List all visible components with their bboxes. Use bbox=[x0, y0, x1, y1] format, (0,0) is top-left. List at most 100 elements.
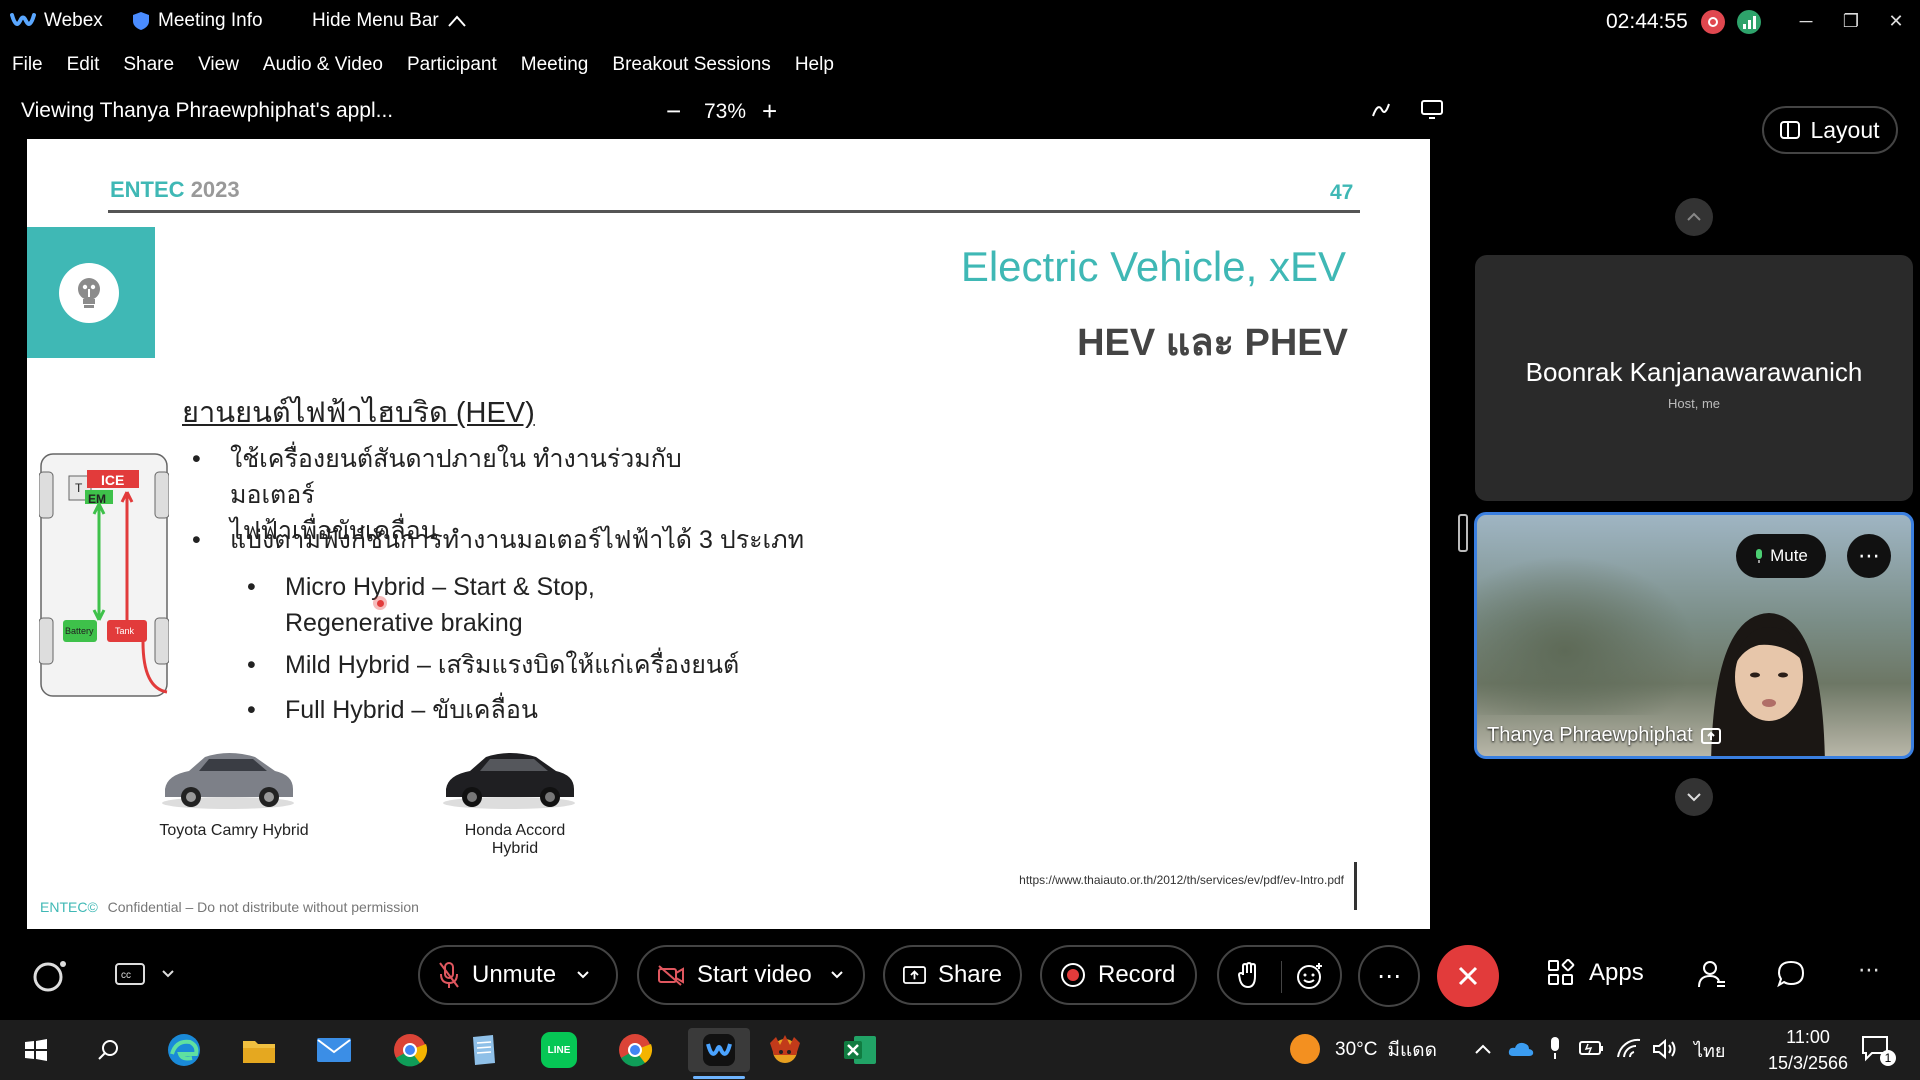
participants-button[interactable] bbox=[1697, 959, 1727, 994]
start-video-button[interactable]: Start video bbox=[637, 945, 865, 1005]
unmute-label: Unmute bbox=[472, 961, 557, 988]
honda-car-image bbox=[440, 745, 578, 811]
taskbar-excel[interactable] bbox=[838, 1028, 882, 1072]
taskbar-chrome-2[interactable] bbox=[613, 1028, 657, 1072]
presenter-name: Thanya Phraewphiphat bbox=[1487, 724, 1693, 746]
apps-label: Apps bbox=[1589, 959, 1644, 986]
viewing-label: Viewing Thanya Phraewphiphat's appl... bbox=[21, 99, 394, 122]
taskbar-chrome-1[interactable] bbox=[388, 1028, 432, 1072]
hybrid-diagram: ICE EM T Battery Tank bbox=[38, 452, 170, 698]
onedrive-icon[interactable] bbox=[1508, 1040, 1534, 1063]
scroll-down-button[interactable] bbox=[1675, 778, 1713, 816]
restore-icon: ❐ bbox=[1842, 10, 1860, 31]
microphone-muted-icon bbox=[439, 962, 459, 988]
participant-more-button[interactable]: ⋯ bbox=[1847, 534, 1891, 578]
close-icon: ✕ bbox=[1888, 10, 1904, 31]
taskbar-notes[interactable] bbox=[461, 1028, 505, 1072]
slide-brand: ENTEC 2023 bbox=[110, 177, 240, 203]
weather-widget[interactable]: 30°C มีแดด bbox=[1335, 1020, 1437, 1080]
lightbulb-icon bbox=[59, 263, 119, 323]
taskbar-line[interactable]: LINE bbox=[537, 1028, 581, 1072]
taskbar-file-explorer[interactable] bbox=[237, 1028, 281, 1072]
zoom-in-button[interactable]: + bbox=[762, 96, 777, 127]
close-icon bbox=[1458, 966, 1478, 986]
menu-share[interactable]: Share bbox=[111, 48, 186, 84]
menu-bar: File Edit Share View Audio & Video Parti… bbox=[0, 48, 846, 84]
layout-icon bbox=[1780, 121, 1801, 139]
taskbar-game[interactable] bbox=[763, 1028, 807, 1072]
input-language[interactable]: ไทย bbox=[1694, 1020, 1725, 1080]
menu-meeting[interactable]: Meeting bbox=[509, 48, 601, 84]
battery-tray-icon[interactable] bbox=[1578, 1038, 1606, 1063]
slide-footer: ENTEC© Confidential – Do not distribute … bbox=[40, 899, 419, 915]
app-title: Webex bbox=[10, 10, 103, 32]
menu-breakout-sessions[interactable]: Breakout Sessions bbox=[600, 48, 782, 84]
recording-indicator-icon[interactable] bbox=[1701, 10, 1725, 34]
svg-text:cc: cc bbox=[121, 970, 131, 981]
mute-participant-button[interactable]: Mute bbox=[1736, 534, 1826, 578]
screen-icon bbox=[1421, 100, 1443, 119]
webex-app-icon bbox=[703, 1034, 735, 1066]
meeting-info-button[interactable]: Meeting Info bbox=[132, 10, 263, 32]
menu-view[interactable]: View bbox=[186, 48, 251, 84]
remote-control-button[interactable] bbox=[1420, 98, 1444, 125]
wifi-tray-icon[interactable] bbox=[1616, 1038, 1642, 1065]
host-video-tile[interactable]: Boonrak Kanjanawarawanich Host, me bbox=[1475, 255, 1913, 501]
taskbar-edge[interactable] bbox=[162, 1028, 206, 1072]
menu-audio-video[interactable]: Audio & Video bbox=[251, 48, 395, 84]
presenter-name-label: Thanya Phraewphiphat bbox=[1487, 724, 1721, 747]
chat-button[interactable] bbox=[1776, 959, 1806, 994]
reactions-button[interactable] bbox=[1295, 961, 1325, 996]
sub-bullet-mild: • Mild Hybrid – เสริมแรงบิดให้แก่เครื่อง… bbox=[247, 647, 739, 683]
closed-captions-button[interactable]: cc bbox=[115, 963, 175, 985]
microphone-tray-icon[interactable] bbox=[1548, 1036, 1562, 1065]
panel-more-button[interactable]: ⋯ bbox=[1858, 957, 1880, 983]
start-button[interactable] bbox=[14, 1028, 58, 1072]
zoom-out-button[interactable]: − bbox=[666, 96, 681, 127]
menu-participant[interactable]: Participant bbox=[395, 48, 509, 84]
micro-line-1: Micro Hybrid – Start & Stop, bbox=[285, 573, 595, 601]
shield-icon bbox=[133, 12, 149, 30]
restore-button[interactable]: ❐ bbox=[1831, 6, 1871, 36]
toyota-car-image bbox=[159, 745, 297, 811]
system-date: 15/3/2566 bbox=[1767, 1053, 1849, 1073]
slide-title: Electric Vehicle, xEV bbox=[960, 243, 1346, 290]
panel-resize-handle[interactable] bbox=[1458, 514, 1468, 552]
annotate-button[interactable] bbox=[1370, 98, 1392, 125]
meeting-clock: 02:44:55 bbox=[1606, 10, 1688, 34]
apps-button[interactable]: Apps bbox=[1547, 959, 1644, 987]
more-options-button[interactable]: ⋯ bbox=[1358, 945, 1420, 1007]
title-bar: Webex Meeting Info Hide Menu Bar 02:44:5… bbox=[0, 0, 1920, 44]
system-clock[interactable]: 11:00 15/3/2566 bbox=[1748, 1024, 1868, 1076]
raise-hand-button[interactable] bbox=[1237, 961, 1261, 994]
notifications-button[interactable]: 1 bbox=[1860, 1034, 1896, 1067]
raise-hand-icon bbox=[1237, 961, 1256, 989]
scroll-up-button[interactable] bbox=[1675, 198, 1713, 236]
chevron-down-icon bbox=[831, 971, 843, 979]
close-window-button[interactable]: ✕ bbox=[1876, 6, 1916, 36]
leave-meeting-button[interactable] bbox=[1437, 945, 1499, 1007]
ai-assistant-button[interactable] bbox=[31, 958, 67, 994]
presenter-video-tile[interactable]: Mute ⋯ Thanya Phraewphiphat bbox=[1474, 512, 1914, 759]
search-button[interactable] bbox=[86, 1028, 130, 1072]
unmute-button[interactable]: Unmute bbox=[418, 945, 618, 1005]
network-status-icon[interactable] bbox=[1737, 10, 1761, 34]
brand-year: 2023 bbox=[190, 177, 240, 202]
microphone-icon bbox=[1756, 549, 1763, 563]
volume-tray-icon[interactable] bbox=[1652, 1038, 1678, 1065]
hide-menu-bar-button[interactable]: Hide Menu Bar bbox=[312, 10, 467, 32]
taskbar-mail[interactable] bbox=[312, 1028, 356, 1072]
notification-count: 1 bbox=[1880, 1050, 1896, 1066]
layout-button[interactable]: Layout bbox=[1762, 106, 1898, 154]
minus-icon: − bbox=[666, 96, 682, 126]
minimize-button[interactable]: ─ bbox=[1786, 6, 1826, 36]
share-button[interactable]: Share bbox=[883, 945, 1022, 1005]
menu-file[interactable]: File bbox=[0, 48, 55, 84]
menu-edit[interactable]: Edit bbox=[55, 48, 112, 84]
tray-overflow-button[interactable] bbox=[1474, 1042, 1492, 1060]
car-caption-honda: Honda Accord Hybrid bbox=[464, 822, 566, 857]
taskbar-webex-active[interactable] bbox=[688, 1028, 750, 1072]
record-button[interactable]: Record bbox=[1040, 945, 1197, 1005]
brand-name: ENTEC bbox=[110, 177, 185, 202]
menu-help[interactable]: Help bbox=[783, 48, 846, 84]
